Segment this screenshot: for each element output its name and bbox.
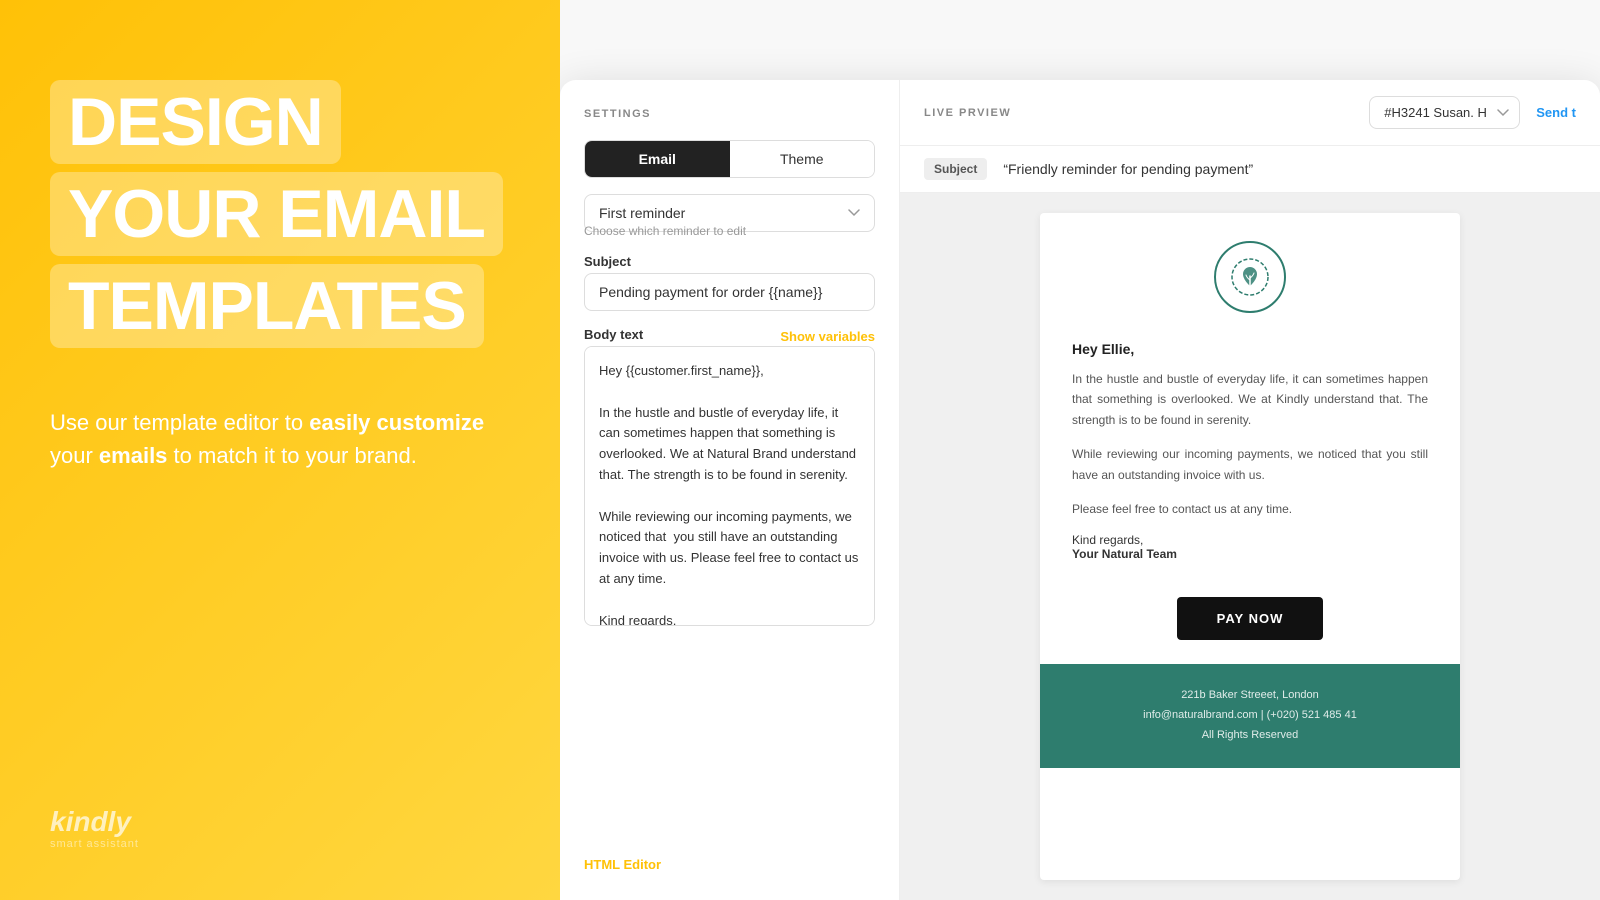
headline-line2: YOUR EMAIL [68,176,485,252]
send-button[interactable]: Send t [1536,105,1576,120]
footer-email: info@naturalbrand.com | (+020) 521 485 4… [1060,706,1440,726]
headline-box-2: YOUR EMAIL [50,172,503,256]
headline-box-1: DESIGN [50,80,341,164]
brand-logo: kindly smart assistant [50,806,139,850]
subject-badge: Subject [924,158,987,180]
body-textarea[interactable]: Hey {{customer.first_name}}, In the hust… [584,346,875,626]
email-regards: Kind regards, [1072,533,1428,547]
live-preview-label: LIVE PRVIEW [924,107,1011,119]
email-para-2: While reviewing our incoming payments, w… [1072,444,1428,485]
left-panel: DESIGN YOUR EMAIL TEMPLATES Use our temp… [0,0,560,900]
brand-logo-svg [1231,258,1269,296]
footer-address: 221b Baker Streeet, London [1060,686,1440,706]
subtitle: Use our template editor to easily custom… [50,406,490,472]
body-field-group: Body text Show variables Hey {{customer.… [584,327,875,631]
subject-value: “Friendly reminder for pending payment” [1003,161,1253,177]
tab-theme[interactable]: Theme [730,141,875,177]
headline-line3: TEMPLATES [68,268,466,344]
pay-now-area: PAY NOW [1040,581,1460,664]
settings-section-label: SETTINGS [584,108,875,120]
email-content: Hey Ellie, In the hustle and bustle of e… [1040,213,1460,880]
subject-label: Subject [584,254,875,269]
subject-field-group: Subject [584,254,875,311]
headline-block: DESIGN YOUR EMAIL TEMPLATES [50,80,510,356]
brand-logo-circle [1214,241,1286,313]
preview-header: LIVE PRVIEW #H3241 Susan. H Send t [900,80,1600,146]
email-para-1: In the hustle and bustle of everyday lif… [1072,369,1428,430]
pay-now-button[interactable]: PAY NOW [1177,597,1324,640]
email-greeting: Hey Ellie, [1072,341,1428,357]
headline-box-3: TEMPLATES [50,264,484,348]
headline-line1: DESIGN [68,84,323,160]
tab-email[interactable]: Email [585,141,730,177]
email-footer: 221b Baker Streeet, London info@naturalb… [1040,664,1460,767]
card-window: SETTINGS Email Theme First reminder Seco… [560,80,1600,900]
email-regards-name: Your Natural Team [1072,547,1428,561]
show-variables-link[interactable]: Show variables [780,329,875,344]
html-editor-link[interactable]: HTML Editor [584,845,875,872]
email-text-area: Hey Ellie, In the hustle and bustle of e… [1040,331,1460,581]
tab-row: Email Theme [584,140,875,178]
body-label: Body text [584,327,643,342]
subject-row: Subject “Friendly reminder for pending p… [900,146,1600,193]
customer-select[interactable]: #H3241 Susan. H [1369,96,1520,129]
footer-rights: All Rights Reserved [1060,726,1440,746]
settings-panel: SETTINGS Email Theme First reminder Seco… [560,80,900,900]
email-body: Hey Ellie, In the hustle and bustle of e… [900,193,1600,900]
preview-panel: LIVE PRVIEW #H3241 Susan. H Send t Subje… [900,80,1600,900]
right-panel: SETTINGS Email Theme First reminder Seco… [560,0,1600,900]
email-para-3: Please feel free to contact us at any ti… [1072,499,1428,519]
subject-input[interactable] [584,273,875,311]
reminder-field-group: First reminder Second reminder Final rem… [584,194,875,238]
email-logo-area [1040,213,1460,331]
